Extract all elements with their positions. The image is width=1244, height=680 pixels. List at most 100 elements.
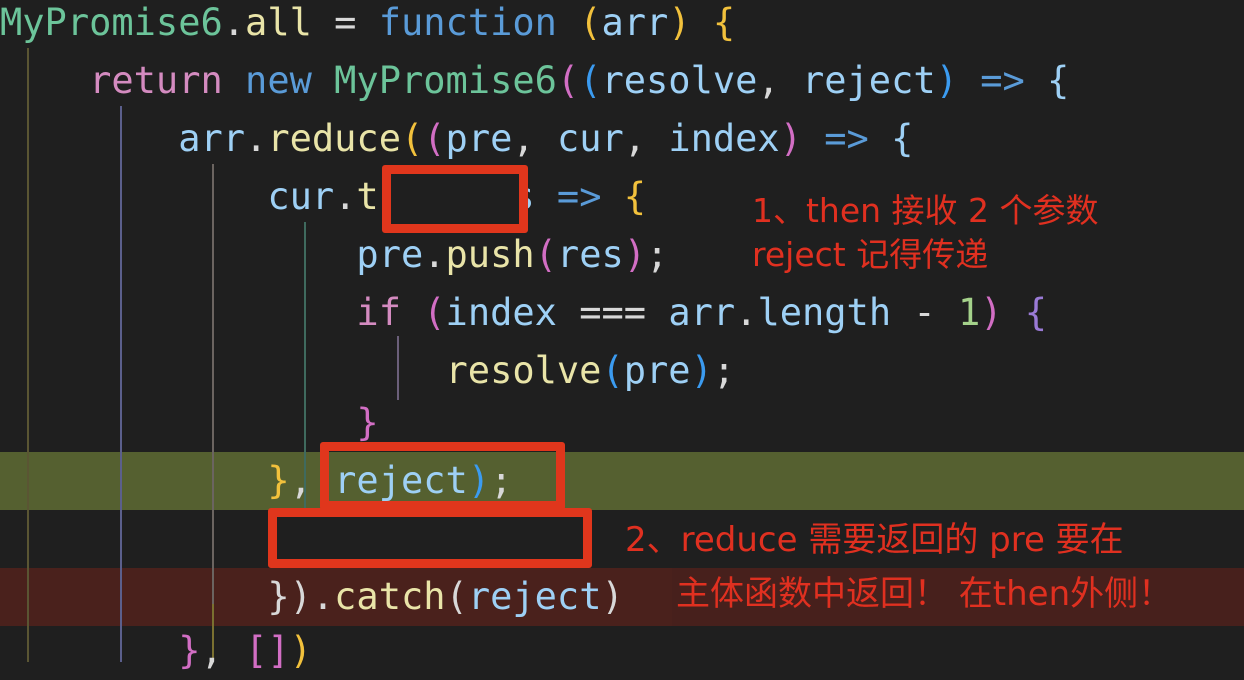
code-token: } <box>267 575 290 618</box>
code-token: ) <box>980 291 1003 334</box>
code-token: ( <box>423 117 446 160</box>
code-line-content: return new MyPromise6((resolve, reject) … <box>0 52 1069 110</box>
highlight-box-then <box>382 165 528 233</box>
code-token: , <box>289 459 312 502</box>
code-token: reject <box>467 575 602 618</box>
code-token: return <box>89 59 223 102</box>
code-token: ( <box>601 349 624 392</box>
code-line: MyPromise6.all = function (arr) { <box>0 0 1244 52</box>
code-token: [ <box>245 629 268 672</box>
code-token: reduce <box>267 117 401 160</box>
code-token: resolve <box>601 59 758 102</box>
code-line-content: resolve(pre); <box>0 342 736 400</box>
code-token: 1 <box>957 291 981 334</box>
code-token: ) <box>935 59 958 102</box>
code-token: - <box>913 291 936 334</box>
code-token: . <box>334 175 357 218</box>
code-token: cur <box>556 117 624 160</box>
code-token: length <box>757 291 892 334</box>
code-token: } <box>267 459 290 502</box>
code-token: pre <box>356 233 424 276</box>
code-line: if (index === arr.length - 1) { <box>0 284 1244 342</box>
code-token: arr <box>668 291 736 334</box>
highlight-box-reject <box>320 442 565 510</box>
code-token: => <box>824 117 869 160</box>
code-line-content: pre.push(res); <box>0 226 668 284</box>
annotation-note-1-line-1: 1、then 接收 2 个参数 <box>752 191 1099 230</box>
code-token: ; <box>712 349 736 392</box>
code-line: return new MyPromise6((resolve, reject) … <box>0 52 1244 110</box>
code-token: ) <box>623 233 647 276</box>
annotation-note-2-line-2: 主体函数中返回！ 在then外侧！ <box>676 574 1173 614</box>
code-line-content: if (index === arr.length - 1) { <box>0 284 1047 342</box>
code-token: . <box>311 575 335 618</box>
code-line: arr.reduce((pre, cur, index) => { <box>0 110 1244 168</box>
code-line-content: cur.then(res => { <box>0 168 646 226</box>
code-token: ( <box>556 59 580 102</box>
code-line-content: }, []) <box>0 622 312 680</box>
code-token: { <box>1024 291 1048 334</box>
code-token: function <box>378 1 557 44</box>
code-token: cur <box>267 175 335 218</box>
code-token: { <box>1047 59 1070 102</box>
code-token: ( <box>534 233 557 276</box>
code-editor[interactable]: MyPromise6.all = function (arr) { return… <box>0 0 1244 672</box>
code-token: ] <box>267 629 290 672</box>
code-token: ) <box>779 117 802 160</box>
code-token: ( <box>400 117 424 160</box>
annotation-note-1-line-2: reject 记得传递 <box>752 235 989 274</box>
code-token: ) <box>668 1 691 44</box>
code-token: if <box>356 291 401 334</box>
code-token: , <box>757 59 780 102</box>
code-line: pre.push(res); <box>0 226 1244 284</box>
highlight-box-return-pre <box>268 508 592 568</box>
code-token: ( <box>423 291 446 334</box>
code-token: push <box>445 233 535 276</box>
code-token: } <box>178 629 201 672</box>
code-token: resolve <box>445 349 602 392</box>
code-token: . <box>222 1 246 44</box>
code-token: => <box>556 175 602 218</box>
code-line-content: arr.reduce((pre, cur, index) => { <box>0 110 913 168</box>
code-token: . <box>423 233 446 276</box>
code-token: ( <box>445 575 468 618</box>
code-token: } <box>356 401 379 444</box>
code-token: { <box>712 1 736 44</box>
code-line-content: MyPromise6.all = function (arr) { <box>0 0 735 52</box>
code-token: === <box>579 291 647 334</box>
code-token: = <box>334 1 357 44</box>
code-token: . <box>245 117 268 160</box>
code-token: pre <box>445 117 513 160</box>
code-line-content: }).catch(reject) <box>0 568 623 626</box>
code-token: reject <box>801 59 936 102</box>
code-token: . <box>735 291 758 334</box>
code-token: ( <box>579 1 602 44</box>
code-token: ) <box>690 349 713 392</box>
code-token: arr <box>601 1 669 44</box>
code-line: } <box>0 394 1244 452</box>
